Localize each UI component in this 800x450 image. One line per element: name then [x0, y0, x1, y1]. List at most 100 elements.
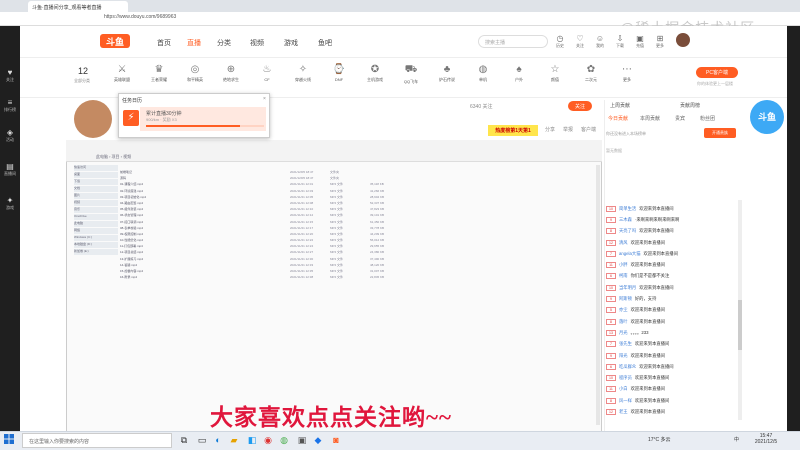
tab-fans[interactable]: 粉丝团 — [700, 115, 715, 122]
vscode-icon[interactable]: ◆ — [312, 434, 324, 446]
weather-widget[interactable]: 17°C 多云 — [648, 436, 671, 443]
explorer-side-item[interactable]: Windows (C:) — [74, 235, 118, 241]
streamer-avatar[interactable] — [74, 100, 112, 138]
sidebar-item-activity[interactable]: ◈ 活动 — [0, 128, 20, 143]
store-icon[interactable]: ◧ — [246, 434, 258, 446]
chat-username[interactable]: 张先生 — [619, 341, 632, 347]
avatar[interactable] — [676, 33, 690, 47]
nav-live[interactable]: 直播 — [187, 38, 201, 48]
chat-username[interactable]: 清风 — [619, 240, 628, 246]
sidebar-item-game[interactable]: ✦ 游戏 — [0, 196, 20, 211]
chat-username[interactable]: 三木森 — [619, 217, 632, 223]
file-explorer-icon[interactable]: ▭ — [196, 434, 208, 446]
category-item[interactable]: ⋯ 更多 — [613, 64, 641, 83]
chat-message[interactable]: 7 张先生 欢迎来到本直播间 — [606, 339, 740, 350]
sidebar-item-follow[interactable]: ♥ 关注 — [0, 68, 20, 83]
hot-rank-badge[interactable]: 热度榜第1天第1 — [488, 125, 538, 136]
explorer-side-item[interactable]: OneDrive — [74, 214, 118, 220]
nav-home[interactable]: 首页 — [157, 38, 171, 48]
explorer-side-item[interactable]: 视频 — [74, 200, 118, 206]
chat-username[interactable]: angela大猫 — [619, 251, 641, 257]
chat-message[interactable]: 5 亦尘 欢迎来到本直播间 — [606, 305, 740, 316]
weekly-rank[interactable]: 贡献周榜 — [680, 102, 700, 109]
chat-message[interactable]: 9 三木森 ·来啊来啊来啊来啊来啊 — [606, 214, 740, 225]
recharge-button[interactable]: ▣ 充值 — [632, 34, 648, 49]
chat-username[interactable]: 当年明月 — [619, 285, 636, 291]
task-view-icon[interactable]: ⧉ — [178, 434, 190, 446]
chat-message[interactable]: 9 阳光 欢迎来到本直播间 — [606, 350, 740, 361]
sidebar-item-rank[interactable]: ≡ 排行榜 — [0, 98, 20, 113]
download-button[interactable]: ⇩ 下载 — [612, 34, 628, 49]
chat-username[interactable]: 阿斯顿 — [619, 296, 632, 302]
report-button[interactable]: 举报 — [563, 126, 573, 133]
taskbar-search-input[interactable]: 在这里输入你要搜索的内容 — [22, 433, 172, 448]
more-button[interactable]: ⊞ 更多 — [652, 34, 668, 49]
pc-client-button[interactable]: PC客户端 — [696, 67, 738, 78]
explorer-side-item[interactable]: 此电脑 — [74, 221, 118, 227]
chat-username[interactable]: 程序员 — [619, 375, 632, 381]
explorer-side-item[interactable]: 文档 — [74, 186, 118, 192]
explorer-side-item[interactable]: 新加卷 (E:) — [74, 249, 118, 255]
chat-scrollbar-thumb[interactable] — [738, 300, 742, 350]
chrome-icon[interactable]: ◍ — [278, 434, 290, 446]
chat-username[interactable]: 柯南 — [619, 273, 628, 279]
category-item[interactable]: ✿ 二次元 — [577, 64, 605, 83]
chat-message[interactable]: 12 清风 欢迎来到本直播间 — [606, 237, 740, 248]
folder-icon[interactable]: ▰ — [228, 434, 240, 446]
chat-username[interactable]: 亦尘 — [619, 307, 628, 313]
edge-icon[interactable]: ◐ — [212, 434, 224, 446]
history-button[interactable]: ◷ 历史 — [552, 34, 568, 49]
category-item[interactable]: ✧ 穿越火线 — [289, 64, 317, 83]
explorer-side-item[interactable]: 音乐 — [74, 207, 118, 213]
explorer-side-item[interactable]: 图片 — [74, 193, 118, 199]
close-icon[interactable]: × — [263, 96, 266, 102]
category-item[interactable]: ⚔ 英雄联盟 — [108, 64, 136, 83]
chat-username[interactable]: 吃瓜群众 — [619, 364, 636, 370]
explorer-side-item[interactable]: 本地磁盘 (D:) — [74, 242, 118, 248]
chat-message[interactable]: 10 简单生活 欢迎来到本直播间 — [606, 203, 740, 214]
system-clock[interactable]: 15:47 2021/12/5 — [748, 433, 784, 445]
mascot-badge[interactable]: 斗鱼 — [750, 100, 784, 134]
chat-username[interactable]: 阳光 — [619, 353, 628, 359]
chat-username[interactable]: 风一样 — [619, 398, 632, 404]
explorer-side-item[interactable]: 桌面 — [74, 172, 118, 178]
category-item[interactable]: ♠ 户外 — [505, 64, 533, 83]
category-item[interactable]: ♛ 王者荣耀 — [145, 64, 173, 83]
category-count-label[interactable]: 全部分类 — [74, 78, 90, 84]
chat-message[interactable]: 10 当年明月 欢迎来到本直播间 — [606, 282, 740, 293]
terminal-icon[interactable]: ▣ — [296, 434, 308, 446]
share-button[interactable]: 分享 — [545, 126, 555, 133]
nav-video[interactable]: 视频 — [250, 38, 264, 48]
chat-username[interactable]: 小胖 — [619, 262, 628, 268]
browser-tab[interactable]: 斗鱼·直播间分享_观看等者直播 — [28, 1, 128, 12]
chat-message[interactable]: 13 月光 。。。。233 — [606, 327, 740, 338]
sidebar-item-room[interactable]: ▤ 直播间 — [0, 162, 20, 177]
tab-week[interactable]: 本周贡献 — [640, 115, 660, 122]
chat-message[interactable]: 8 风一样 欢迎来到本直播间 — [606, 395, 740, 406]
chat-username[interactable]: 老王 — [619, 409, 628, 415]
input-language[interactable]: 中 — [734, 436, 739, 443]
client-button[interactable]: 客户端 — [581, 126, 596, 133]
windows-start-icon[interactable] — [4, 434, 14, 444]
chat-username[interactable]: 天亮了吗 — [619, 228, 636, 234]
follow-list-button[interactable]: ♡ 关注 — [572, 34, 588, 49]
chat-username[interactable]: 落叶 — [619, 319, 628, 325]
chat-message[interactable]: 10 程序员 欢迎来到本直播间 — [606, 372, 740, 383]
mine-button[interactable]: ☺ 我的 — [592, 34, 608, 49]
chat-username[interactable]: 简单生活 — [619, 206, 636, 212]
category-item[interactable]: ◍ 单机 — [469, 64, 497, 83]
category-item[interactable]: ⌚ DNF — [325, 64, 353, 82]
explorer-side-item[interactable]: 快速访问 — [74, 165, 118, 171]
nav-game[interactable]: 游戏 — [284, 38, 298, 48]
chat-message[interactable]: 6 柯南 你们是不是都不关注 — [606, 271, 740, 282]
follow-button[interactable]: 关注 — [568, 101, 592, 111]
tab-vip[interactable]: 贵宾 — [675, 115, 685, 122]
tab-today[interactable]: 今日贡献 — [608, 115, 628, 122]
category-item[interactable]: ◎ 和平精英 — [181, 64, 209, 83]
douyu-taskbar-icon[interactable]: ◙ — [330, 434, 342, 446]
explorer-side-item[interactable]: 网络 — [74, 228, 118, 234]
category-item[interactable]: ♨ CF — [253, 64, 281, 82]
explorer-side-item[interactable]: 下载 — [74, 179, 118, 185]
category-item[interactable]: ☆ 颜值 — [541, 64, 569, 83]
category-item[interactable]: ♣ 炉石传说 — [433, 64, 461, 83]
